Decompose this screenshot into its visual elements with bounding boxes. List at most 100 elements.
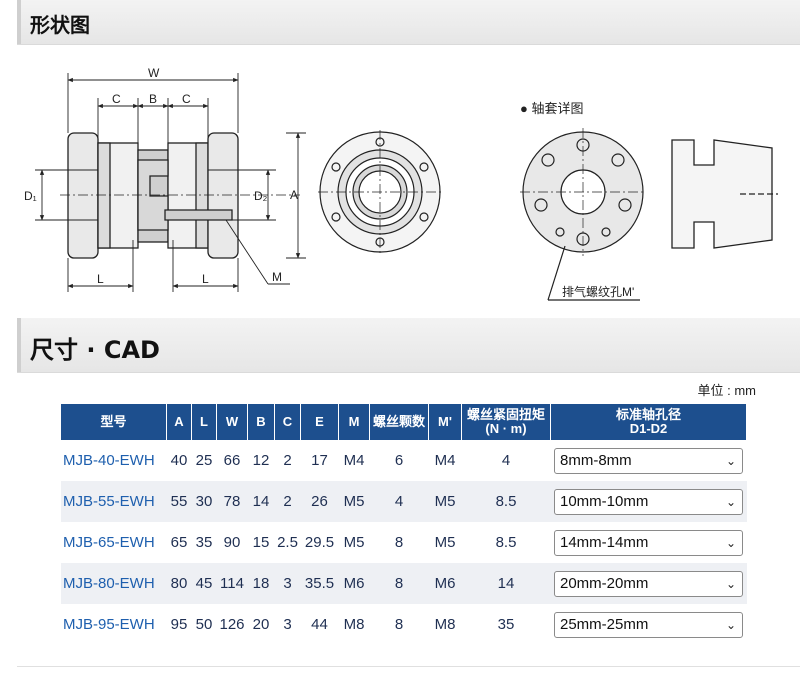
label-c-left: C	[112, 92, 121, 106]
cell-a: 40	[170, 452, 188, 469]
cell-screw-count: 8	[369, 563, 429, 604]
cell-w: 114	[216, 563, 248, 604]
header-torque: 螺丝紧固扭矩 (N · m)	[461, 404, 551, 440]
bottom-divider	[17, 666, 800, 667]
cell-torque: 35	[497, 616, 515, 633]
cell-c: 3	[283, 616, 292, 633]
label-d2: D₂	[254, 189, 268, 203]
cell-bore: 25mm-25mm ⌄	[551, 604, 747, 645]
dimensions-section-title: 尺寸 · CAD	[30, 336, 160, 364]
cell-torque: 14	[461, 563, 551, 604]
label-c-right: C	[182, 92, 191, 106]
exhaust-hole-label: 排气螺纹孔M'	[562, 284, 634, 299]
cell-a: 65	[170, 534, 188, 551]
bore-select[interactable]: 20mm-20mm ⌄	[554, 570, 743, 597]
cell-m-prime: M4	[434, 452, 456, 469]
bore-select[interactable]: 14mm-14mm ⌄	[554, 529, 743, 556]
bore-select-value: 14mm-14mm	[560, 533, 649, 551]
chevron-down-icon: ⌄	[725, 617, 736, 632]
table-header-row: 型号 A L W B C E M 螺丝颗数 M' 螺丝紧固扭矩 (N · m) …	[61, 404, 747, 440]
cell-m-prime: M8	[434, 616, 456, 633]
label-b: B	[149, 92, 157, 106]
sleeve-side-view	[671, 139, 778, 249]
bore-select-value: 10mm-10mm	[560, 492, 649, 510]
bore-select-value: 20mm-20mm	[560, 574, 649, 592]
cell-c: 2.5	[277, 534, 298, 551]
cell-e: 26	[300, 481, 339, 522]
cell-e: 29.5	[304, 534, 335, 551]
cell-bore: 14mm-14mm ⌄	[551, 522, 747, 563]
cell-screw-count: 4	[369, 481, 429, 522]
cell-b: 15	[252, 534, 270, 551]
cell-model: MJB-65-EWH	[63, 534, 155, 551]
sleeve-detail	[520, 128, 646, 301]
bore-select[interactable]: 8mm-8mm ⌄	[554, 447, 743, 474]
cell-a: 80	[166, 563, 192, 604]
cell-m-prime: M5	[434, 534, 456, 551]
chevron-down-icon: ⌄	[725, 494, 736, 509]
cell-bore: 20mm-20mm ⌄	[550, 563, 747, 604]
table-row: MJB-55-EWH 55 30 78 14 2 26 M5 4 M5 8.5 10mm-10mm ⌄	[61, 481, 747, 522]
cell-c: 2	[274, 481, 301, 522]
header-m-prime: M'	[428, 404, 462, 440]
cell-torque: 8.5	[495, 534, 517, 551]
cell-e: 44	[311, 616, 328, 633]
header-accent-bar	[17, 318, 21, 372]
cell-m: M8	[343, 616, 365, 633]
chevron-down-icon: ⌄	[725, 576, 736, 591]
cell-model: MJB-95-EWH	[63, 616, 155, 633]
cell-model: MJB-40-EWH	[63, 452, 155, 469]
header-w: W	[216, 404, 248, 440]
table-row: MJB-95-EWH 95 50 126 20 3 44 M8 8 M8 35 25mm-25mm ⌄	[61, 604, 747, 645]
cell-l: 50	[195, 616, 213, 633]
label-a: A	[290, 188, 298, 202]
cell-a: 55	[166, 481, 192, 522]
bore-select[interactable]: 25mm-25mm ⌄	[554, 611, 743, 638]
cell-b: 18	[247, 563, 275, 604]
header-c: C	[274, 404, 301, 440]
cell-m: M4	[343, 452, 365, 469]
cell-l: 35	[195, 534, 213, 551]
header-e: E	[300, 404, 339, 440]
cell-bore: 8mm-8mm ⌄	[551, 440, 747, 481]
label-d1: D₁	[24, 189, 37, 203]
coupling-technical-drawing: W C B C L L A M D₁ D₂ ● 轴套详图 排气螺纹孔M'	[24, 66, 778, 301]
cell-m: M6	[338, 563, 370, 604]
header-bore: 标准轴孔径 D1-D2	[550, 404, 747, 440]
header-screw-count: 螺丝颗数	[369, 404, 429, 440]
cell-w: 90	[223, 534, 241, 551]
chevron-down-icon: ⌄	[725, 535, 736, 550]
bore-select[interactable]: 10mm-10mm ⌄	[554, 488, 743, 515]
cell-torque: 4	[501, 452, 511, 469]
unit-label: 单位 : mm	[697, 383, 757, 398]
cell-c: 2	[283, 452, 292, 469]
label-m: M	[272, 270, 282, 284]
dimensions-section-header: 尺寸 · CAD	[17, 318, 800, 373]
cell-e: 35.5	[300, 563, 339, 604]
header-m: M	[338, 404, 370, 440]
cell-torque: 8.5	[461, 481, 551, 522]
cell-b: 14	[247, 481, 275, 522]
cell-w: 66	[223, 452, 241, 469]
cell-c: 3	[274, 563, 301, 604]
table-row: MJB-65-EWH 65 35 90 15 2.5 29.5 M5 8 M5 8.5 14mm-14…	[61, 522, 747, 563]
cell-w: 78	[216, 481, 248, 522]
cell-m: M5	[343, 534, 365, 551]
cell-model: MJB-80-EWH	[61, 563, 167, 604]
shape-section-title: 形状图	[30, 13, 90, 37]
cell-e: 17	[311, 452, 328, 469]
sleeve-detail-title: ● 轴套详图	[520, 101, 583, 116]
end-view	[318, 130, 442, 254]
cell-screw-count: 8	[394, 616, 404, 633]
label-l-right: L	[202, 272, 209, 286]
cell-b: 20	[252, 616, 270, 633]
cell-m-prime: M5	[428, 481, 462, 522]
label-w: W	[148, 66, 160, 80]
cell-l: 30	[191, 481, 217, 522]
cell-screw-count: 6	[394, 452, 404, 469]
header-accent-bar	[17, 0, 21, 44]
header-b: B	[247, 404, 275, 440]
dimensions-table: 型号 A L W B C E M 螺丝颗数 M' 螺丝紧固扭矩 (N · m) …	[61, 404, 747, 645]
chevron-down-icon: ⌄	[725, 453, 736, 468]
cell-b: 12	[252, 452, 270, 469]
